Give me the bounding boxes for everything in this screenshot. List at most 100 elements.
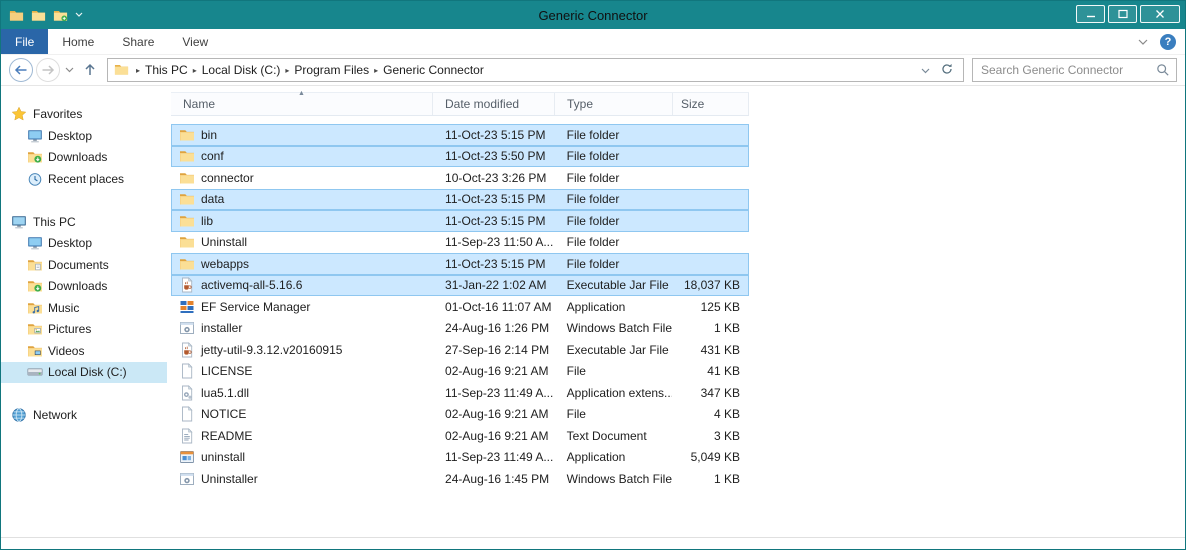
navigation-pane: Favorites Desktop Downloads Recent places Th… bbox=[1, 86, 167, 537]
tab-view[interactable]: View bbox=[168, 29, 222, 54]
file-row-ef-service-manager[interactable]: EF Service Manager01-Oct-16 11:07 AMAppl… bbox=[171, 296, 749, 318]
file-row-data[interactable]: data11-Oct-23 5:15 PMFile folder bbox=[171, 189, 749, 211]
address-bar[interactable]: ▸This PC▸Local Disk (C:)▸Program Files▸G… bbox=[107, 58, 964, 82]
file-row-jetty-util-9-3-12-v20160915[interactable]: jetty-util-9.3.12.v20160915 27-Sep-16 2:1… bbox=[171, 339, 749, 361]
file-type: Windows Batch File bbox=[555, 472, 673, 486]
file-size: 431 KB bbox=[672, 343, 748, 357]
file-row-license[interactable]: LICENSE02-Aug-16 9:21 AMFile41 KB bbox=[171, 361, 749, 383]
file-name-cell: webapps bbox=[172, 256, 433, 272]
title-bar[interactable]: Generic Connector bbox=[1, 1, 1185, 29]
sidebar-item-desktop[interactable]: Desktop bbox=[1, 125, 167, 147]
file-date-modified: 11-Sep-23 11:49 A... bbox=[433, 450, 555, 464]
file-type: Application bbox=[555, 450, 673, 464]
search-icon[interactable] bbox=[1156, 63, 1170, 77]
file-row-connector[interactable]: connector10-Oct-23 3:26 PMFile folder bbox=[171, 167, 749, 189]
appwin-icon bbox=[179, 449, 195, 465]
column-header-type[interactable]: Type bbox=[555, 93, 673, 115]
forward-button[interactable] bbox=[36, 58, 60, 82]
file-type: File folder bbox=[555, 214, 673, 228]
close-button[interactable] bbox=[1140, 5, 1180, 23]
file-row-notice[interactable]: NOTICE02-Aug-16 9:21 AMFile4 KB bbox=[171, 404, 749, 426]
file-name: jetty-util-9.3.12.v20160915 bbox=[201, 343, 342, 357]
breadcrumb-arrow-icon[interactable]: ▸ bbox=[131, 66, 145, 75]
sidebar-group-network[interactable]: Network bbox=[1, 404, 167, 426]
column-header-size[interactable]: Size bbox=[673, 93, 749, 115]
file-name-cell: bin bbox=[172, 127, 433, 143]
sidebar-item-downloads[interactable]: Downloads bbox=[1, 276, 167, 298]
qat-new-folder-icon[interactable] bbox=[52, 7, 68, 23]
column-header-name[interactable]: ▲ Name bbox=[171, 93, 433, 115]
help-icon[interactable]: ? bbox=[1160, 34, 1176, 50]
search-input[interactable] bbox=[981, 63, 1156, 77]
tab-home[interactable]: Home bbox=[48, 29, 108, 54]
explorer-app-icon[interactable] bbox=[8, 7, 24, 23]
file-date-modified: 02-Aug-16 9:21 AM bbox=[433, 364, 555, 378]
file-name: README bbox=[201, 429, 252, 443]
star-icon bbox=[11, 106, 27, 122]
sidebar-item-videos[interactable]: Videos bbox=[1, 340, 167, 362]
folder-icon bbox=[179, 148, 195, 164]
sidebar-item-recent-places[interactable]: Recent places bbox=[1, 168, 167, 190]
file-date-modified: 11-Sep-23 11:49 A... bbox=[433, 386, 555, 400]
breadcrumb-arrow-icon[interactable]: ▸ bbox=[188, 66, 202, 75]
monitor-icon bbox=[27, 128, 43, 144]
file-row-webapps[interactable]: webapps11-Oct-23 5:15 PMFile folder bbox=[171, 253, 749, 275]
maximize-button[interactable] bbox=[1108, 5, 1137, 23]
file-name: NOTICE bbox=[201, 407, 246, 421]
tab-share[interactable]: Share bbox=[108, 29, 168, 54]
sidebar-item-documents[interactable]: Documents bbox=[1, 254, 167, 276]
breadcrumb-item-program-files[interactable]: Program Files bbox=[294, 63, 369, 77]
file-row-installer[interactable]: installer24-Aug-16 1:26 PMWindows Batch … bbox=[171, 318, 749, 340]
file-date-modified: 02-Aug-16 9:21 AM bbox=[433, 407, 555, 421]
sidebar-item-label: Downloads bbox=[48, 150, 107, 164]
column-header-date-modified[interactable]: Date modified bbox=[433, 93, 555, 115]
file-type: File folder bbox=[555, 257, 673, 271]
folder-icon bbox=[179, 170, 195, 186]
sidebar-group-this-pc[interactable]: This PC bbox=[1, 211, 167, 233]
breadcrumb-item-this-pc[interactable]: This PC bbox=[145, 63, 188, 77]
sidebar-item-pictures[interactable]: Pictures bbox=[1, 319, 167, 341]
sidebar-item-label: Desktop bbox=[48, 236, 92, 250]
file-row-bin[interactable]: bin11-Oct-23 5:15 PMFile folder bbox=[171, 124, 749, 146]
breadcrumb-arrow-icon[interactable]: ▸ bbox=[280, 66, 294, 75]
file-type: File folder bbox=[555, 128, 673, 142]
file-name-cell: data bbox=[172, 191, 433, 207]
file-type: Executable Jar File bbox=[555, 343, 673, 357]
ribbon-collapse-chevron-icon[interactable] bbox=[1138, 35, 1148, 49]
address-history-chevron-icon[interactable] bbox=[921, 63, 930, 77]
search-box[interactable] bbox=[972, 58, 1177, 82]
file-row-activemq-all-5-16-6[interactable]: activemq-all-5.16.631-Jan-22 1:02 AMExec… bbox=[171, 275, 749, 297]
breadcrumb-arrow-icon[interactable]: ▸ bbox=[369, 66, 383, 75]
sidebar-item-desktop[interactable]: Desktop bbox=[1, 233, 167, 255]
back-button[interactable] bbox=[9, 58, 33, 82]
sidebar-item-music[interactable]: Music bbox=[1, 297, 167, 319]
file-row-uninstall[interactable]: Uninstall11-Sep-23 11:50 A...File folder bbox=[171, 232, 749, 254]
folder-pic-icon bbox=[27, 321, 43, 337]
refresh-icon[interactable] bbox=[940, 62, 954, 79]
file-row-conf[interactable]: conf11-Oct-23 5:50 PMFile folder bbox=[171, 146, 749, 168]
file-date-modified: 27-Sep-16 2:14 PM bbox=[433, 343, 555, 357]
file-row-uninstaller[interactable]: Uninstaller24-Aug-16 1:45 PMWindows Batc… bbox=[171, 468, 749, 490]
folder-icon bbox=[179, 191, 195, 207]
minimize-button[interactable] bbox=[1076, 5, 1105, 23]
recent-locations-chevron-icon[interactable] bbox=[63, 67, 76, 73]
file-row-lua5-1-dll[interactable]: lua5.1.dll11-Sep-23 11:49 A...Applicatio… bbox=[171, 382, 749, 404]
file-row-uninstall[interactable]: uninstall11-Sep-23 11:49 A...Application… bbox=[171, 447, 749, 469]
sidebar-item-local-disk-c[interactable]: Local Disk (C:) bbox=[1, 362, 167, 384]
qat-folder-icon[interactable] bbox=[30, 7, 46, 23]
file-name: lua5.1.dll bbox=[201, 386, 249, 400]
tab-file[interactable]: File bbox=[1, 29, 48, 54]
file-row-readme[interactable]: README02-Aug-16 9:21 AMText Document3 KB bbox=[171, 425, 749, 447]
breadcrumb-item-generic-connector[interactable]: Generic Connector bbox=[383, 63, 484, 77]
sidebar-item-downloads[interactable]: Downloads bbox=[1, 147, 167, 169]
file-type: Executable Jar File bbox=[555, 278, 673, 292]
up-button[interactable] bbox=[79, 63, 101, 77]
sidebar-group-favorites[interactable]: Favorites bbox=[1, 103, 167, 125]
breadcrumb-item-local-disk-c[interactable]: Local Disk (C:) bbox=[202, 63, 281, 77]
drive-icon bbox=[27, 364, 43, 380]
file-row-lib[interactable]: lib11-Oct-23 5:15 PMFile folder bbox=[171, 210, 749, 232]
file-date-modified: 01-Oct-16 11:07 AM bbox=[433, 300, 555, 314]
ribbon-right-controls: ? bbox=[1138, 29, 1185, 54]
sidebar-item-label: Desktop bbox=[48, 129, 92, 143]
qat-customize-chevron-icon[interactable] bbox=[74, 7, 84, 23]
